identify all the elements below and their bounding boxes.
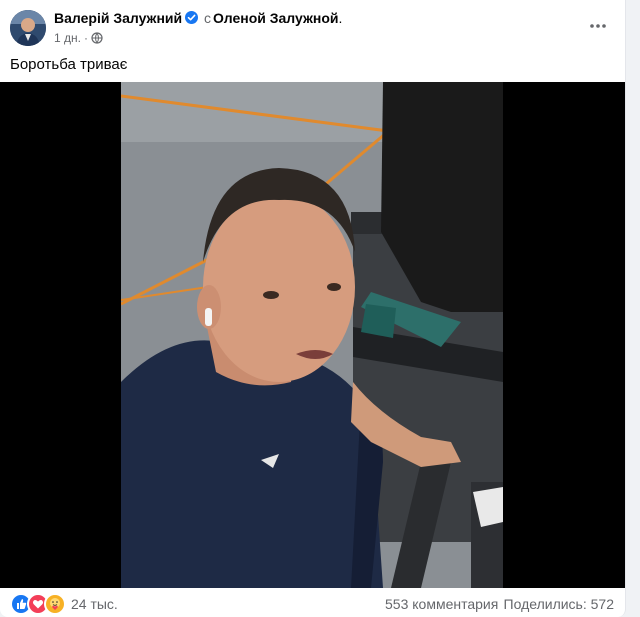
verified-badge-icon bbox=[185, 11, 199, 24]
post-meta: 1 дн. · bbox=[54, 31, 103, 47]
globe-icon[interactable] bbox=[91, 32, 103, 47]
author-name[interactable]: Валерій Залужний bbox=[54, 10, 182, 26]
post-header: Валерій Залужний с Оленой Залужной. 1 дн.… bbox=[10, 8, 616, 48]
reactions-summary[interactable]: 24 тыс. bbox=[10, 593, 118, 615]
author-avatar[interactable] bbox=[10, 10, 46, 46]
shares-count[interactable]: Поделились: 572 bbox=[504, 596, 614, 612]
with-word: с bbox=[204, 10, 212, 26]
care-reaction-icon bbox=[44, 593, 66, 615]
video-frame[interactable] bbox=[121, 82, 503, 588]
reaction-count[interactable]: 24 тыс. bbox=[71, 596, 118, 612]
post-video[interactable] bbox=[0, 82, 625, 588]
more-dots-icon[interactable] bbox=[584, 14, 612, 38]
post-card: Валерій Залужний с Оленой Залужной. 1 дн.… bbox=[0, 0, 626, 617]
comments-count[interactable]: 553 комментария bbox=[385, 596, 498, 612]
author-line: Валерій Залужний с Оленой Залужной. bbox=[54, 10, 342, 26]
post-time[interactable]: 1 дн. bbox=[54, 31, 81, 45]
post-text: Боротьба триває bbox=[10, 56, 128, 73]
post-footer: 24 тыс. 553 комментария Поделились: 572 bbox=[10, 593, 614, 616]
meta-separator: · bbox=[83, 31, 88, 45]
period: . bbox=[338, 10, 343, 26]
tagged-name[interactable]: Оленой Залужной bbox=[213, 10, 338, 26]
